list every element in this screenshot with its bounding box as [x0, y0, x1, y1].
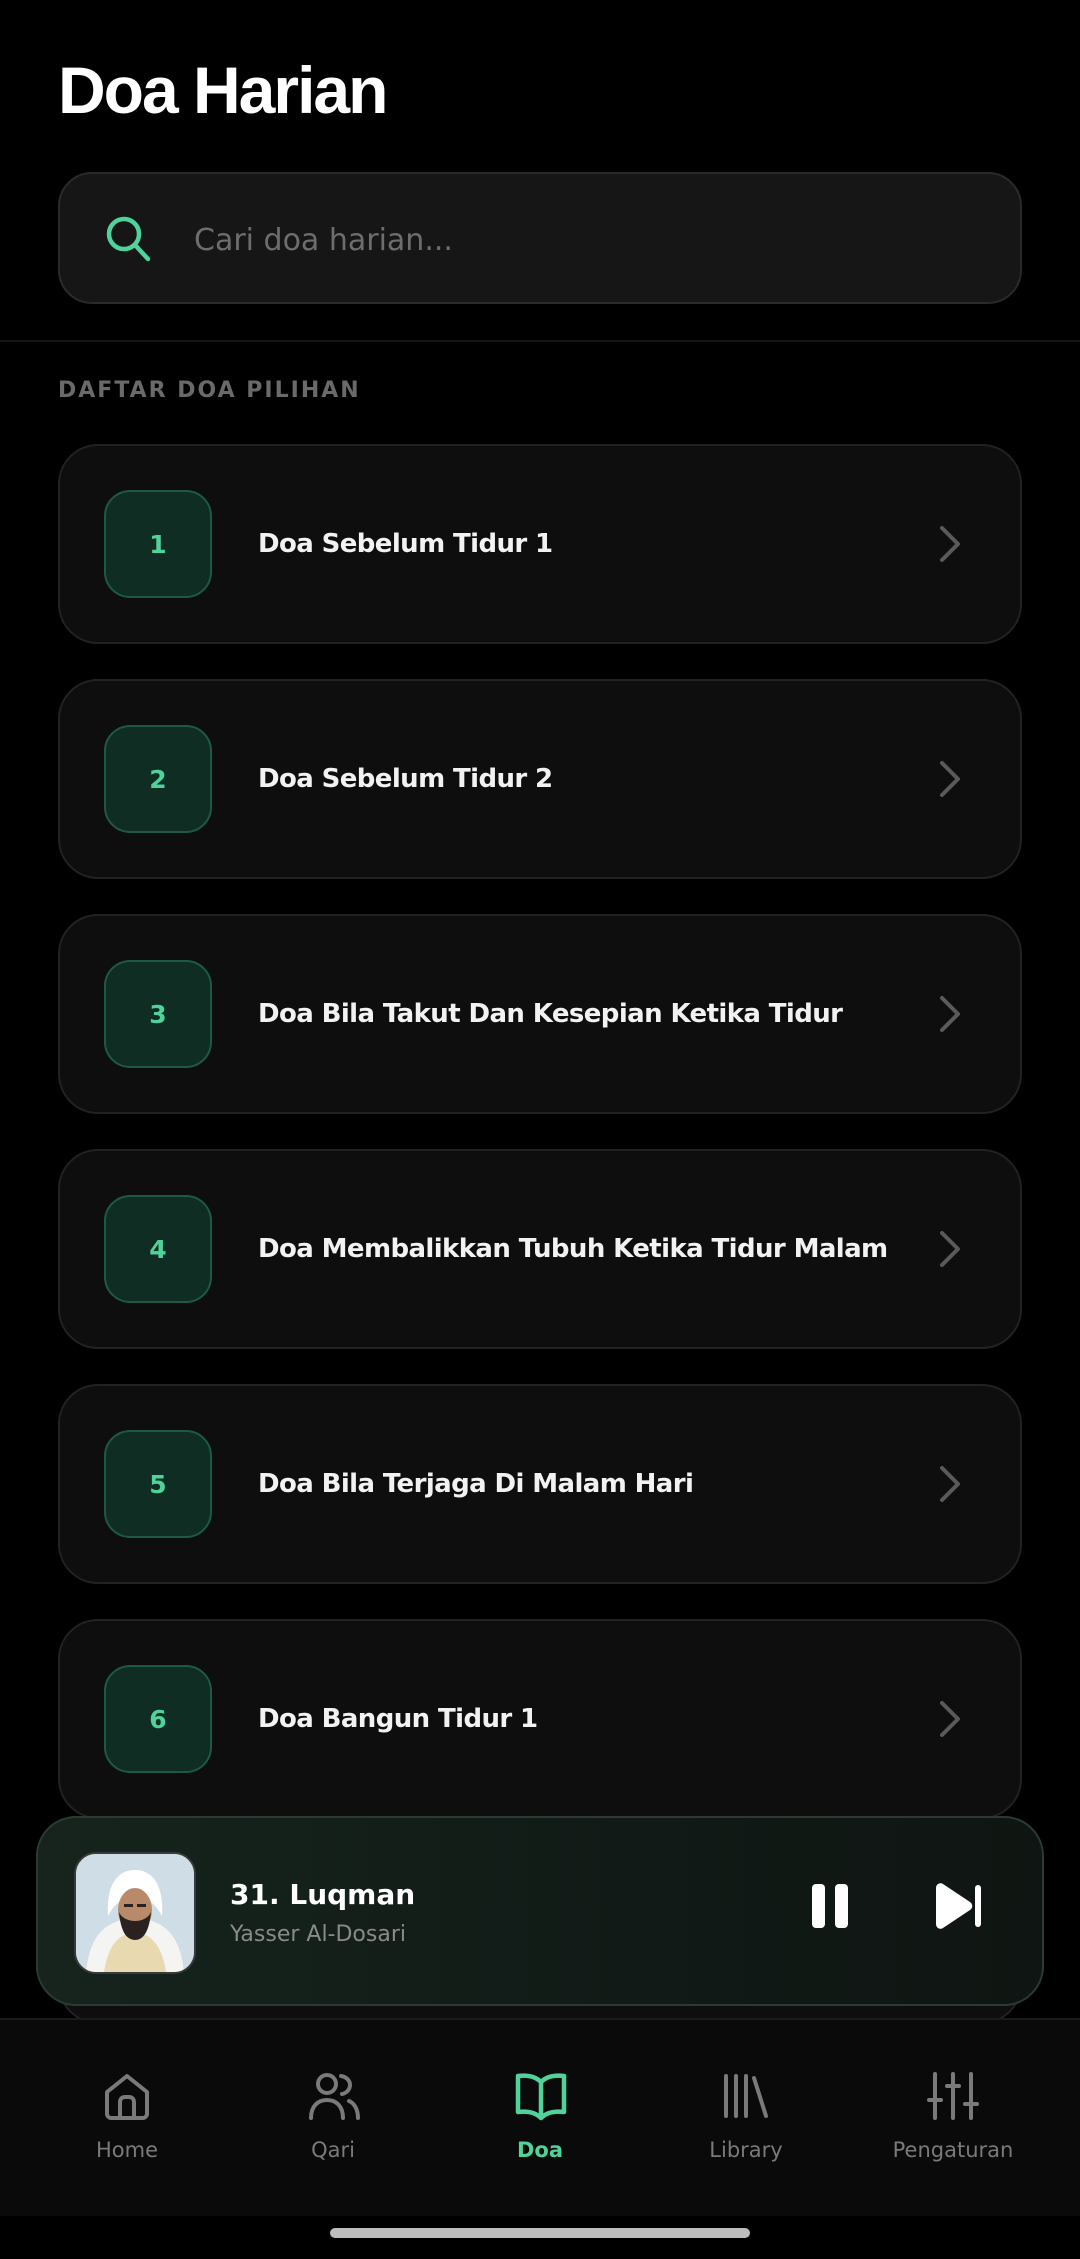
page-title: Doa Harian: [58, 53, 388, 127]
chevron-right-icon: [938, 524, 962, 568]
item-title: Doa Sebelum Tidur 1: [258, 529, 553, 559]
chevron-right-icon: [938, 1464, 962, 1508]
section-label: DAFTAR DOA PILIHAN: [58, 378, 361, 403]
item-number-badge: 1: [104, 490, 212, 598]
track-artist: Yasser Al-Dosari: [230, 1922, 406, 1947]
nav-label: Doa: [516, 2138, 564, 2162]
nav-label: Home: [95, 2138, 158, 2162]
list-item-doa-5[interactable]: 5 Doa Bila Terjaga Di Malam Hari: [58, 1384, 1022, 1584]
nav-item-pengaturan[interactable]: Pengaturan: [850, 2020, 1056, 2216]
search-input[interactable]: [192, 204, 976, 276]
chevron-right-icon: [938, 759, 962, 803]
chevron-right-icon: [938, 1229, 962, 1273]
pause-button[interactable]: [810, 1882, 850, 1934]
list-item-doa-4[interactable]: 4 Doa Membalikkan Tubuh Ketika Tidur Mal…: [58, 1149, 1022, 1349]
skip-next-button[interactable]: [932, 1882, 984, 1934]
nav-item-doa[interactable]: Doa: [437, 2020, 643, 2216]
nav-item-library[interactable]: Library: [643, 2020, 849, 2216]
nav-item-qari[interactable]: Qari: [230, 2020, 436, 2216]
item-number-badge: 3: [104, 960, 212, 1068]
item-title: Doa Bila Terjaga Di Malam Hari: [258, 1469, 694, 1499]
home-indicator: [330, 2228, 750, 2238]
chevron-right-icon: [938, 1699, 962, 1743]
item-number-badge: 5: [104, 1430, 212, 1538]
list-item-doa-2[interactable]: 2 Doa Sebelum Tidur 2: [58, 679, 1022, 879]
list-item-doa-1[interactable]: 1 Doa Sebelum Tidur 1: [58, 444, 1022, 644]
track-title: 31. Luqman: [230, 1878, 416, 1911]
header: Doa Harian: [0, 0, 1080, 342]
list-item-doa-3[interactable]: 3 Doa Bila Takut Dan Kesepian Ketika Tid…: [58, 914, 1022, 1114]
item-title: Doa Sebelum Tidur 2: [258, 764, 553, 794]
mini-player[interactable]: 31. Luqman Yasser Al-Dosari: [36, 1816, 1044, 2006]
qari-avatar: [74, 1852, 196, 1974]
item-title: Doa Bila Takut Dan Kesepian Ketika Tidur: [258, 999, 843, 1029]
item-title: Doa Bangun Tidur 1: [258, 1704, 538, 1734]
nav-label: Library: [709, 2138, 783, 2162]
item-title: Doa Membalikkan Tubuh Ketika Tidur Malam: [258, 1234, 888, 1264]
item-number-badge: 6: [104, 1665, 212, 1773]
item-number-badge: 4: [104, 1195, 212, 1303]
nav-label: Pengaturan: [892, 2138, 1014, 2162]
nav-label: Qari: [311, 2138, 355, 2162]
nav-item-home[interactable]: Home: [24, 2020, 230, 2216]
item-number-badge: 2: [104, 725, 212, 833]
skip-next-icon: [932, 1883, 984, 1934]
search-bar[interactable]: [58, 172, 1022, 304]
chevron-right-icon: [938, 994, 962, 1038]
list-item-doa-6[interactable]: 6 Doa Bangun Tidur 1: [58, 1619, 1022, 1819]
pause-icon: [810, 1884, 850, 1934]
bottom-nav: Home Qari Doa Library Pengaturan: [0, 2018, 1080, 2216]
